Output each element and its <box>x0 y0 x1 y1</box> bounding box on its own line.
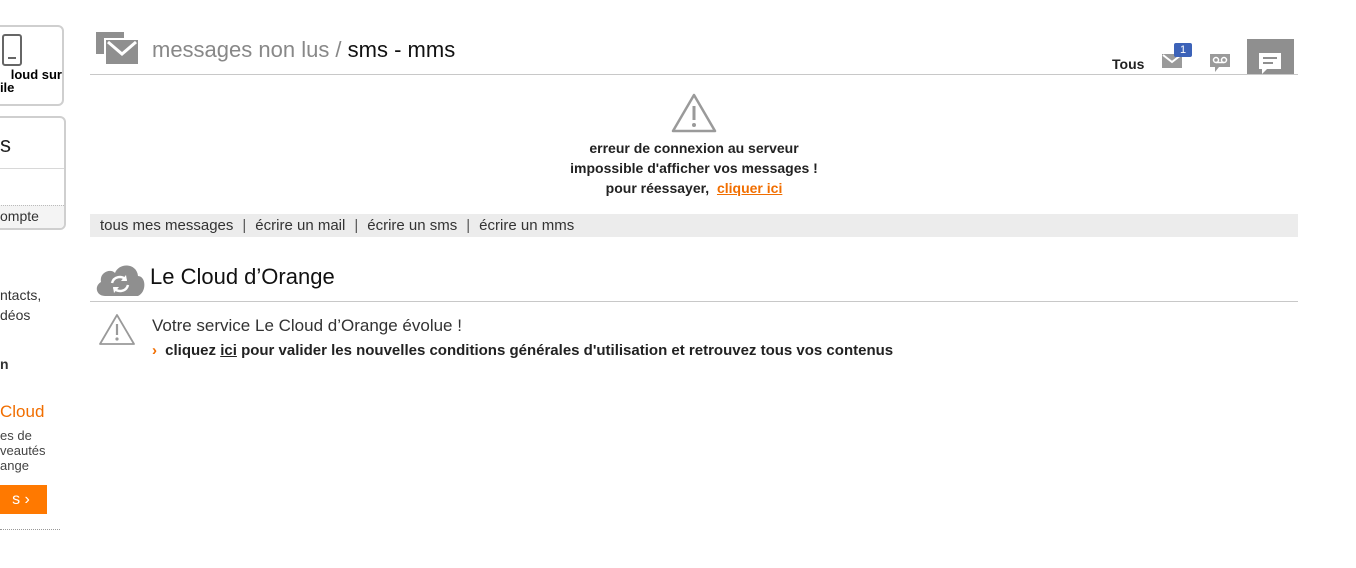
write-sms-link[interactable]: écrire un sms <box>367 217 457 234</box>
sidebar-text-contacts: ntacts, <box>0 287 42 303</box>
phone-icon <box>2 34 22 66</box>
error-message-line-1: erreur de connexion au serveur <box>589 140 799 156</box>
sidebar-cloud-button[interactable]: s › <box>0 485 47 514</box>
messages-header-divider <box>90 74 1298 75</box>
cloud-service-notice: Votre service Le Cloud d’Orange évolue ! <box>152 316 462 335</box>
account-card: s ompte <box>0 116 66 230</box>
sidebar-cloud-desc-2: veautés <box>0 443 46 458</box>
messages-heading-prefix: messages non lus / <box>152 37 348 62</box>
account-card-title: s <box>0 132 11 157</box>
sms-tab[interactable] <box>1247 39 1294 75</box>
cgu-link[interactable]: ici <box>220 342 237 359</box>
message-actions-bar: tous mes messages | écrire un mail | écrire … <box>90 214 1298 237</box>
cloud-mobile-card[interactable]: loud sur bile <box>0 25 64 106</box>
retry-link[interactable]: cliquer ici <box>717 180 782 196</box>
sidebar-dotted-divider <box>0 529 60 530</box>
sidebar-text-videos: déos <box>0 307 31 323</box>
actions-separator: | <box>466 217 471 234</box>
warning-icon <box>670 92 718 139</box>
sidebar-text-bold: n <box>0 356 9 372</box>
retry-prefix: pour réessayer, <box>605 180 710 196</box>
cloud-mobile-label-2: bile <box>0 80 15 95</box>
cgu-suffix: pour valider les nouvelles conditions gé… <box>241 342 894 359</box>
actions-separator: | <box>242 217 247 234</box>
messages-heading-type: sms - mms <box>347 37 456 62</box>
cgu-prefix: cliquez <box>165 342 217 359</box>
account-card-divider <box>0 168 64 169</box>
cloud-sync-icon <box>93 258 147 303</box>
error-message-line-3: pour réessayer, cliquer ici <box>494 180 894 196</box>
account-link[interactable]: ompte <box>0 205 64 228</box>
all-messages-link[interactable]: tous mes messages <box>100 217 233 234</box>
cloud-section-divider <box>90 301 1298 302</box>
cloud-section-title: Le Cloud d’Orange <box>150 264 335 289</box>
sidebar-cloud-heading: Cloud <box>0 402 45 421</box>
chevron-right-icon: › <box>152 342 157 359</box>
warning-icon <box>98 313 136 351</box>
sms-icon <box>1259 53 1281 74</box>
envelope-icon <box>94 30 140 71</box>
messages-heading: messages non lus / sms - mms <box>152 37 455 63</box>
write-mms-link[interactable]: écrire un mms <box>479 217 574 234</box>
filter-all-tab[interactable]: Tous <box>1112 56 1144 72</box>
write-mail-link[interactable]: écrire un mail <box>255 217 345 234</box>
sidebar-cloud-desc: es de veautés ange <box>0 428 46 473</box>
unread-count-badge: 1 <box>1174 43 1192 57</box>
cgu-line: › cliquez ici pour valider les nouvelles… <box>152 342 893 359</box>
sidebar-cloud-desc-1: es de <box>0 428 32 443</box>
sidebar-cloud-desc-3: ange <box>0 458 29 473</box>
error-message-line-2: impossible d'afficher vos messages ! <box>570 160 818 176</box>
actions-separator: | <box>354 217 359 234</box>
